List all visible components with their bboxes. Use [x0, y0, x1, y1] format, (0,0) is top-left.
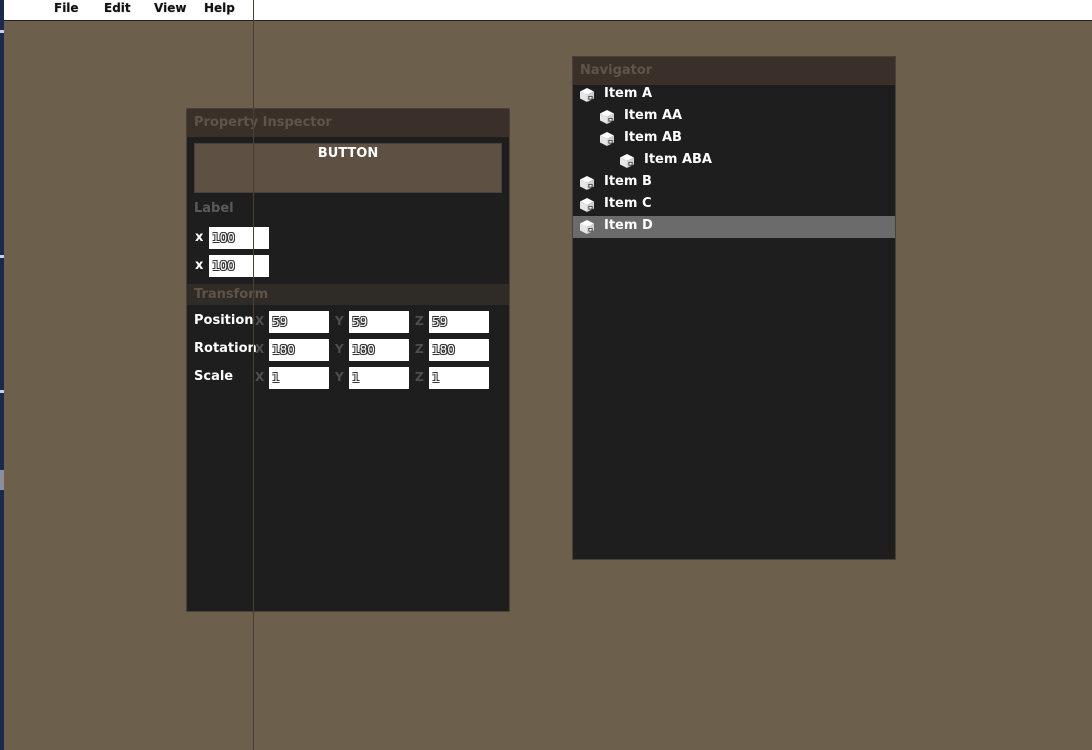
tree-item-label: Item A	[604, 86, 653, 101]
tree-item[interactable]: Item AA	[573, 106, 895, 128]
position-x-input[interactable]: 59	[269, 311, 329, 333]
cube-icon	[579, 87, 595, 103]
tree-item-label: Item ABA	[644, 152, 712, 167]
tree-item[interactable]: Item A	[573, 84, 895, 106]
axis-z-label: Z	[415, 342, 424, 356]
tree-item[interactable]: Item D	[573, 216, 895, 238]
desktop-edge	[0, 0, 4, 750]
position-y-input[interactable]: 59	[349, 311, 409, 333]
transform-section-title: Transform	[187, 284, 509, 305]
menu-file[interactable]: File	[54, 1, 79, 15]
cube-icon	[579, 197, 595, 213]
label-field-axis: x	[195, 230, 204, 245]
axis-y-label: Y	[335, 314, 344, 328]
tree-item[interactable]: Item C	[573, 194, 895, 216]
edge-mark	[0, 470, 4, 490]
property-inspector-panel: Property Inspector BUTTON Label x 100 x …	[186, 108, 510, 612]
scale-x-input[interactable]: 1	[269, 367, 329, 389]
label-section-title: Label	[194, 201, 234, 216]
scale-label: Scale	[194, 369, 234, 384]
panel-title[interactable]: Property Inspector	[187, 109, 509, 137]
menu-help[interactable]: Help	[204, 1, 235, 15]
label-field-input[interactable]: 100	[209, 255, 269, 277]
position-z-input[interactable]: 59	[429, 311, 489, 333]
position-label: Position	[194, 313, 254, 328]
axis-y-label: Y	[335, 370, 344, 384]
axis-x-label: X	[255, 342, 265, 356]
axis-x-label: X	[255, 370, 265, 384]
rotation-x-input[interactable]: 180	[269, 339, 329, 361]
menu-bar: File Edit View Help	[4, 0, 1092, 21]
scale-z-input[interactable]: 1	[429, 367, 489, 389]
axis-z-label: Z	[415, 314, 424, 328]
axis-x-label: X	[255, 314, 265, 328]
scale-y-input[interactable]: 1	[349, 367, 409, 389]
cube-icon	[599, 109, 615, 125]
axis-y-label: Y	[335, 342, 344, 356]
tree-item[interactable]: Item AB	[573, 128, 895, 150]
rotation-y-input[interactable]: 180	[349, 339, 409, 361]
edge-mark	[0, 390, 4, 393]
tree-item-label: Item D	[604, 218, 653, 233]
tree-item-label: Item AA	[624, 108, 683, 123]
menu-view[interactable]: View	[154, 1, 186, 15]
tree-item-label: Item C	[604, 196, 652, 211]
preview-button[interactable]: BUTTON	[194, 143, 502, 193]
cube-icon	[599, 131, 615, 147]
rotation-label: Rotation	[194, 341, 257, 356]
edge-mark	[0, 255, 4, 258]
tree-item[interactable]: Item ABA	[573, 150, 895, 172]
navigator-panel: Navigator Item A Item AA Item AB Item ABA It…	[572, 56, 896, 560]
rotation-z-input[interactable]: 180	[429, 339, 489, 361]
tree-item-label: Item B	[604, 174, 652, 189]
label-field-input[interactable]: 100	[209, 227, 269, 249]
menu-edit[interactable]: Edit	[104, 1, 131, 15]
label-field-axis: x	[195, 258, 204, 273]
axis-z-label: Z	[415, 370, 424, 384]
edge-mark	[0, 30, 4, 33]
guide-line	[253, 0, 254, 750]
cube-icon	[619, 153, 635, 169]
tree-item-label: Item AB	[624, 130, 682, 145]
cube-icon	[579, 175, 595, 191]
tree-item[interactable]: Item B	[573, 172, 895, 194]
panel-title[interactable]: Navigator	[573, 57, 895, 85]
cube-icon	[579, 219, 595, 235]
